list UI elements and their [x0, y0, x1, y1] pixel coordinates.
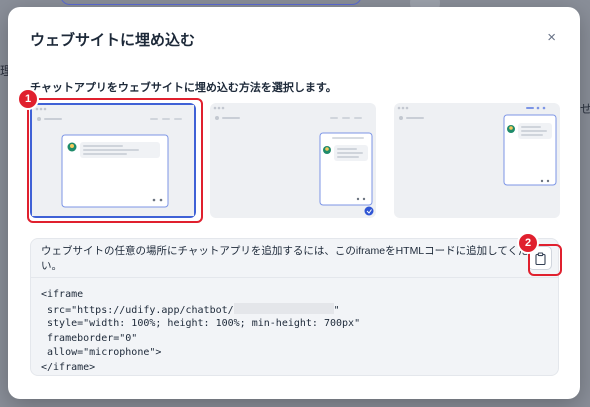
modal-title: ウェブサイトに埋め込む [30, 32, 196, 49]
code-line: allow="microphone"> [41, 347, 162, 358]
close-icon[interactable]: × [547, 29, 556, 46]
code-line: frameborder="0" [41, 332, 138, 344]
embed-method-prompt: チャットアプリをウェブサイトに埋め込む方法を選択します。 [30, 82, 337, 94]
iframe-instructions: ウェブサイトの任意の場所にチャットアプリを追加するには、このiframeをHTM… [31, 239, 558, 278]
code-line: <iframe [41, 289, 84, 300]
annotation-highlight-option [27, 98, 203, 223]
code-src-quote: " [333, 304, 340, 316]
iframe-code-panel: ウェブサイトの任意の場所にチャットアプリを追加するには、このiframeをHTM… [30, 238, 559, 376]
background-search-field [60, 0, 362, 5]
code-line-src: src="https://udify.app/chatbot/ " [41, 302, 360, 318]
annotation-badge-2: 2 [517, 232, 539, 254]
embed-option-bubble-expanded[interactable] [210, 103, 376, 218]
redacted-id [233, 302, 334, 314]
background-text-fragment: せ [580, 102, 590, 116]
code-line: style="width: 100%; height: 100%; min-he… [41, 318, 361, 329]
bubble-collapsed-preview-icon [397, 106, 557, 186]
annotation-badge-1: 1 [17, 88, 39, 110]
code-src-text: src="https://udify.app/chatbot/ [41, 304, 234, 316]
code-line: </iframe> [41, 361, 96, 373]
bubble-expanded-preview-icon [213, 106, 374, 216]
iframe-code-block[interactable]: <iframe src="https://udify.app/chatbot/ "… [41, 288, 360, 375]
embed-option-bubble-collapsed[interactable] [394, 103, 560, 218]
